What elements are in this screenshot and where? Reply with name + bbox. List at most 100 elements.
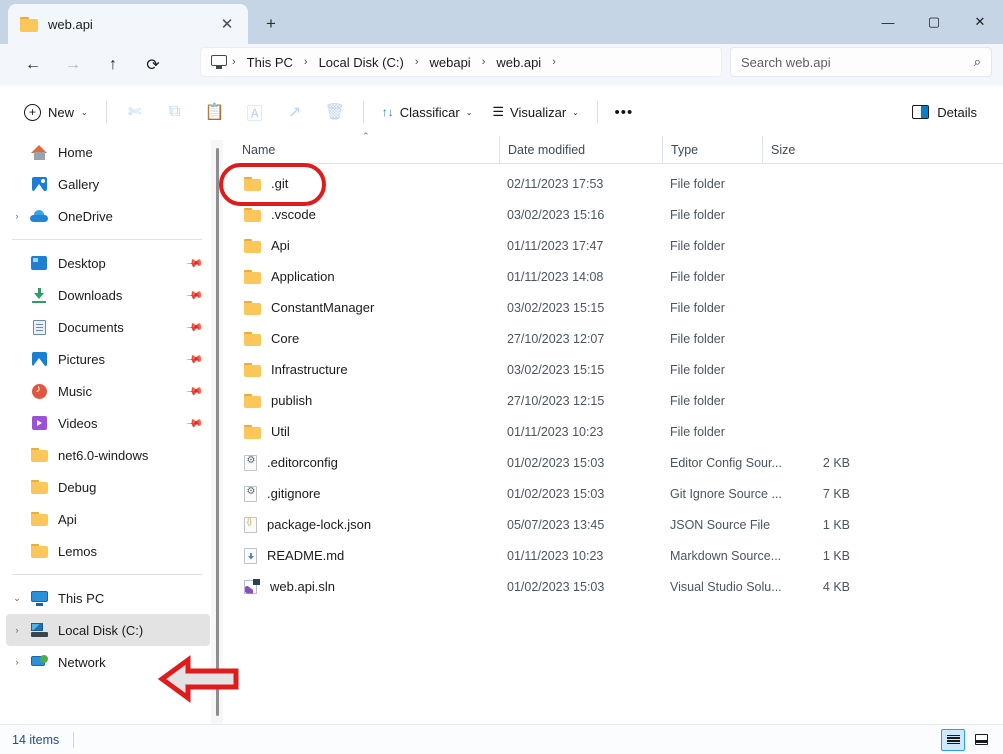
- sidebar-item-local-disk-c[interactable]: › Local Disk (C:): [6, 614, 210, 646]
- sidebar-item-label: Network: [58, 654, 106, 670]
- table-row[interactable]: Core 27/10/2023 12:07 File folder: [234, 323, 1003, 354]
- up-button[interactable]: ↑: [96, 50, 130, 80]
- table-row[interactable]: Api 01/11/2023 17:47 File folder: [234, 230, 1003, 261]
- sidebar-item-home[interactable]: Home: [6, 136, 210, 168]
- breadcrumb-item-this-pc[interactable]: This PC: [241, 52, 299, 73]
- sidebar-item-pictures[interactable]: Pictures 📌: [6, 343, 210, 375]
- file-type: File folder: [670, 207, 725, 222]
- table-row[interactable]: .editorconfig 01/02/2023 15:03 Editor Co…: [234, 447, 1003, 478]
- file-rows: .git 02/11/2023 17:53 File folder .vscod…: [234, 164, 1003, 602]
- folder-icon: [28, 480, 50, 494]
- details-pane-icon: [912, 105, 930, 119]
- table-row[interactable]: .git 02/11/2023 17:53 File folder: [234, 168, 1003, 199]
- table-row[interactable]: Application 01/11/2023 14:08 File folder: [234, 261, 1003, 292]
- file-type: File folder: [670, 331, 725, 346]
- table-row[interactable]: web.api.sln 01/02/2023 15:03 Visual Stud…: [234, 571, 1003, 602]
- documents-icon: [28, 319, 50, 335]
- column-label: Type: [671, 143, 699, 157]
- close-tab-icon[interactable]: ✕: [214, 11, 240, 37]
- table-row[interactable]: ConstantManager 03/02/2023 15:15 File fo…: [234, 292, 1003, 323]
- file-name-cell: Api: [234, 238, 499, 253]
- table-row[interactable]: README.md 01/11/2023 10:23 Markdown Sour…: [234, 540, 1003, 571]
- column-header-type[interactable]: Type: [662, 136, 762, 164]
- breadcrumb[interactable]: › This PC › Local Disk (C:) › webapi › w…: [200, 47, 722, 77]
- breadcrumb-separator: ›: [481, 56, 486, 68]
- breadcrumb-item-local-disk[interactable]: Local Disk (C:): [313, 52, 410, 73]
- sidebar-item-onedrive[interactable]: › OneDrive: [6, 200, 210, 232]
- sidebar-scrollbar-thumb[interactable]: [216, 148, 219, 716]
- sidebar-item-this-pc[interactable]: ⌄ This PC: [6, 582, 210, 614]
- sidebar-item-desktop[interactable]: Desktop 📌: [6, 247, 210, 279]
- sidebar-item-music[interactable]: Music 📌: [6, 375, 210, 407]
- chevron-right-icon[interactable]: ›: [6, 657, 28, 667]
- sidebar-item-gallery[interactable]: Gallery: [6, 168, 210, 200]
- chevron-right-icon[interactable]: ›: [6, 625, 28, 635]
- breadcrumb-item-webapi[interactable]: webapi: [424, 52, 477, 73]
- share-icon: ↗: [288, 104, 302, 121]
- file-name: Application: [271, 269, 335, 284]
- pin-icon[interactable]: 📌: [186, 318, 205, 336]
- minimize-button[interactable]: —: [865, 0, 911, 44]
- file-name-cell: .gitignore: [234, 485, 499, 502]
- sidebar-item-api[interactable]: Api: [6, 503, 210, 535]
- file-date: 01/11/2023 14:08: [507, 269, 604, 284]
- pin-icon[interactable]: 📌: [186, 350, 205, 368]
- file-type: File folder: [670, 393, 725, 408]
- sidebar-item-debug[interactable]: Debug: [6, 471, 210, 503]
- details-view-icon[interactable]: [941, 728, 965, 751]
- pin-icon[interactable]: 📌: [186, 382, 205, 400]
- table-row[interactable]: Infrastructure 03/02/2023 15:15 File fol…: [234, 354, 1003, 385]
- pin-icon[interactable]: 📌: [186, 254, 205, 272]
- pin-icon[interactable]: 📌: [186, 414, 205, 432]
- sort-button-label: Classificar: [399, 104, 460, 120]
- view-button[interactable]: ☰ Visualizar ⌄: [482, 96, 588, 128]
- new-tab-button[interactable]: +: [256, 9, 286, 39]
- cut-icon: ✄: [128, 104, 142, 121]
- search-input[interactable]: Search web.api ⌕: [730, 47, 992, 77]
- column-label: Size: [771, 143, 796, 157]
- details-pane-button[interactable]: Details: [902, 96, 987, 128]
- sidebar-item-net60-windows[interactable]: net6.0-windows: [6, 439, 210, 471]
- file-size: 1 KB: [822, 517, 850, 532]
- table-row[interactable]: publish 27/10/2023 12:15 File folder: [234, 385, 1003, 416]
- file-date: 03/02/2023 15:15: [507, 300, 605, 315]
- sidebar-item-downloads[interactable]: Downloads 📌: [6, 279, 210, 311]
- browser-tab-web-api[interactable]: web.api ✕: [8, 4, 248, 44]
- column-header-date-modified[interactable]: Date modified: [499, 136, 662, 164]
- chevron-down-icon[interactable]: ⌄: [6, 593, 28, 604]
- table-row[interactable]: Util 01/11/2023 10:23 File folder: [234, 416, 1003, 447]
- table-row[interactable]: package-lock.json 05/07/2023 13:45 JSON …: [234, 509, 1003, 540]
- sidebar-item-label: Downloads: [58, 287, 123, 303]
- sidebar-item-documents[interactable]: Documents 📌: [6, 311, 210, 343]
- chevron-right-icon[interactable]: ›: [6, 211, 28, 221]
- sidebar-item-network[interactable]: › Network: [6, 646, 210, 678]
- more-options-button[interactable]: •••: [606, 96, 642, 128]
- file-name: .editorconfig: [267, 455, 338, 470]
- chevron-down-icon: ⌄: [465, 107, 473, 117]
- maximize-button[interactable]: ▢: [911, 0, 957, 44]
- sort-button[interactable]: ↑↓ Classificar ⌄: [372, 96, 483, 128]
- large-icons-view-icon[interactable]: [969, 729, 993, 751]
- column-header-size[interactable]: Size: [762, 136, 840, 164]
- table-row[interactable]: .gitignore 01/02/2023 15:03 Git Ignore S…: [234, 478, 1003, 509]
- pin-icon[interactable]: 📌: [186, 286, 205, 304]
- table-row[interactable]: .vscode 03/02/2023 15:16 File folder: [234, 199, 1003, 230]
- status-bar: 14 items: [0, 724, 1003, 754]
- json-file-icon: [244, 516, 257, 533]
- sidebar-item-lemos[interactable]: Lemos: [6, 535, 210, 567]
- sidebar-item-label: Pictures: [58, 351, 105, 367]
- file-size: 7 KB: [822, 486, 850, 501]
- breadcrumb-item-web-api[interactable]: web.api: [490, 52, 547, 73]
- back-button[interactable]: ←: [16, 50, 50, 80]
- column-header-name[interactable]: ⌃ Name: [234, 131, 499, 164]
- file-date: 03/02/2023 15:15: [507, 362, 605, 377]
- new-button[interactable]: + New ⌄: [14, 96, 98, 128]
- close-window-button[interactable]: ✕: [957, 0, 1003, 44]
- file-name-cell: package-lock.json: [234, 516, 499, 533]
- onedrive-cloud-icon: [28, 210, 50, 222]
- search-icon: ⌕: [973, 54, 981, 69]
- file-type: File folder: [670, 424, 725, 439]
- refresh-button[interactable]: ⟳: [136, 50, 170, 80]
- sidebar-item-videos[interactable]: Videos 📌: [6, 407, 210, 439]
- downloads-icon: [28, 287, 50, 303]
